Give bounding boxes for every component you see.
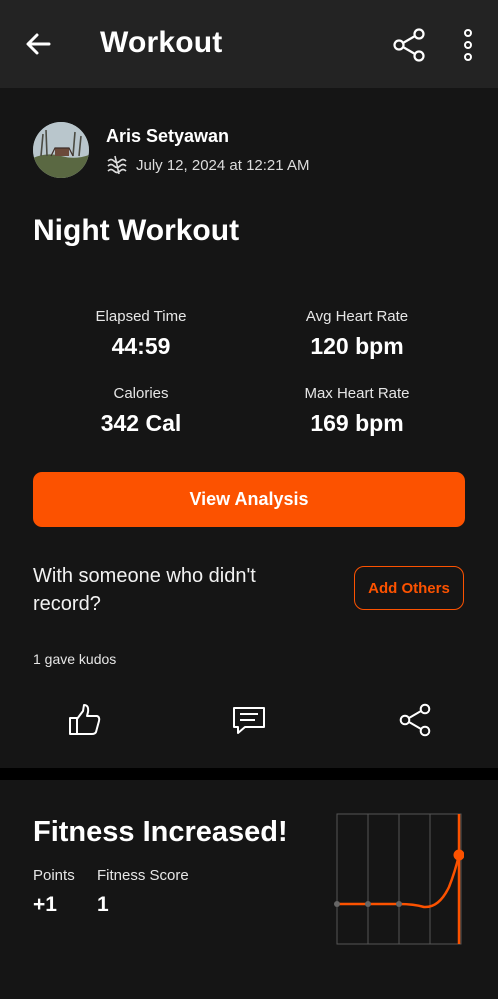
comment-button[interactable]	[227, 698, 271, 742]
more-options-button[interactable]	[452, 24, 484, 66]
stat-label: Max Heart Rate	[304, 385, 410, 402]
stat-calories: Calories 342 Cal	[41, 385, 241, 437]
avatar[interactable]	[33, 122, 89, 178]
fitness-trend-line	[337, 854, 461, 909]
top-app-bar: Workout	[0, 0, 498, 88]
stat-value: 342 Cal	[100, 410, 182, 436]
header-share-button[interactable]	[388, 24, 430, 66]
page-title: Workout	[100, 26, 223, 59]
with-someone-prompt: With someone who didn't record?	[33, 565, 256, 615]
thumbs-up-icon	[69, 704, 101, 735]
activity-meta: July 12, 2024 at 12:21 AM	[106, 154, 309, 176]
section-divider	[0, 768, 498, 780]
comment-icon	[233, 707, 265, 734]
fitness-title: Fitness Increased!	[33, 816, 288, 848]
activity-card: Aris Setyawan July 12, 2024 at 12:21 AM …	[0, 88, 498, 768]
fitness-trend-chart	[334, 813, 464, 945]
add-others-button[interactable]: Add Others	[354, 566, 464, 610]
fitness-score-label: Fitness Score	[97, 867, 189, 884]
kudos-count[interactable]: 1 gave kudos	[33, 651, 116, 667]
activity-datetime: July 12, 2024 at 12:21 AM	[136, 156, 310, 174]
kudos-button[interactable]	[62, 698, 106, 742]
fitness-card[interactable]: Fitness Increased! Points Fitness Score …	[0, 780, 498, 999]
stat-max-heart-rate: Max Heart Rate 169 bpm	[257, 385, 457, 437]
points-label: Points	[33, 867, 75, 884]
view-analysis-button[interactable]: View Analysis	[33, 472, 465, 527]
arrow-left-icon	[26, 33, 51, 55]
athlete-name[interactable]: Aris Setyawan	[106, 126, 229, 147]
workout-screen: Workout Aris Setyawan July 12, 2024 at 1…	[0, 0, 498, 999]
stat-value: 169 bpm	[310, 410, 404, 436]
avatar-photo	[33, 122, 89, 178]
stat-elapsed-time: Elapsed Time 44:59	[41, 308, 241, 360]
activity-title: Night Workout	[33, 214, 240, 247]
share-icon	[399, 703, 431, 737]
stat-label: Elapsed Time	[95, 308, 187, 325]
stat-label: Calories	[113, 385, 169, 402]
share-icon	[393, 28, 425, 62]
back-button[interactable]	[20, 26, 56, 62]
stat-avg-heart-rate: Avg Heart Rate 120 bpm	[257, 308, 457, 360]
stat-value: 44:59	[111, 333, 171, 359]
stat-value: 120 bpm	[310, 333, 404, 359]
fitness-score-value: 1	[97, 893, 109, 916]
points-value: +1	[33, 893, 57, 916]
share-activity-button[interactable]	[393, 698, 437, 742]
current-point	[453, 849, 464, 861]
more-vertical-icon	[464, 29, 472, 61]
stat-label: Avg Heart Rate	[305, 308, 409, 325]
workout-wave-icon	[106, 154, 128, 176]
